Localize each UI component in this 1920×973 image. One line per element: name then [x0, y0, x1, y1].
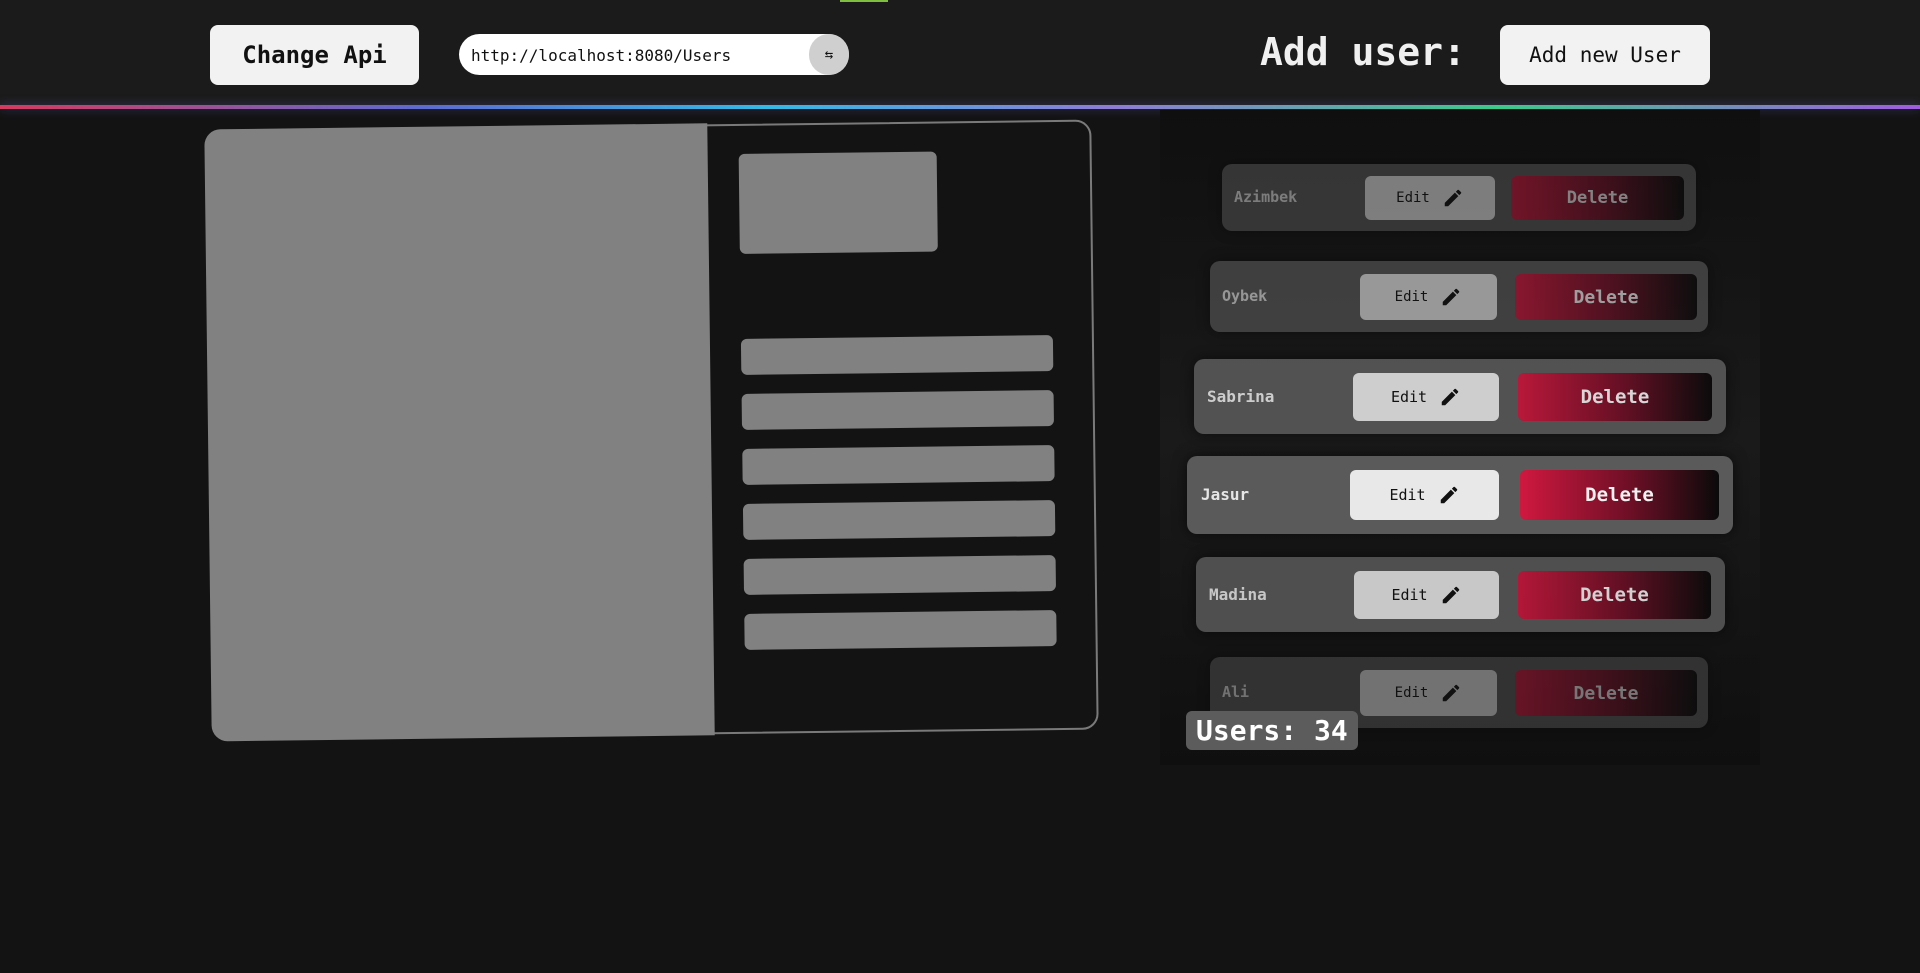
api-url-box: ⇆ — [459, 34, 849, 77]
user-row: Oybek Edit Delete — [1210, 261, 1708, 332]
user-row: Azimbek Edit Delete — [1222, 164, 1696, 231]
edit-label: Edit — [1391, 586, 1428, 604]
pencil-icon — [1442, 586, 1459, 604]
user-name: Madina — [1209, 585, 1267, 604]
user-name: Sabrina — [1207, 387, 1275, 406]
delete-button[interactable]: Delete — [1511, 176, 1684, 220]
skeleton-line — [744, 610, 1057, 650]
edit-button[interactable]: Edit — [1353, 373, 1499, 421]
users-carousel-panel[interactable]: Azimbek Edit Delete Oybek Edit Delete Sa… — [1160, 110, 1760, 765]
user-name: Ali — [1222, 683, 1250, 701]
skeleton-line — [741, 390, 1054, 430]
user-name: Oybek — [1222, 287, 1268, 305]
edit-button[interactable]: Edit — [1365, 176, 1495, 220]
header-accent-mark — [840, 0, 888, 2]
add-new-user-button[interactable]: Add new User — [1500, 25, 1710, 85]
skeleton-thumbnail — [738, 151, 938, 254]
edit-label: Edit — [1394, 685, 1429, 701]
delete-button[interactable]: Delete — [1515, 274, 1697, 320]
edit-button[interactable]: Edit — [1360, 274, 1497, 320]
pencil-icon — [1440, 486, 1457, 504]
pencil-icon — [1441, 388, 1459, 406]
delete-button[interactable]: Delete — [1515, 670, 1697, 716]
add-user-heading: Add user: — [1260, 30, 1466, 74]
pencil-icon — [1443, 684, 1460, 702]
delete-button[interactable]: Delete — [1518, 373, 1712, 421]
api-url-input[interactable] — [469, 34, 803, 77]
user-row: Sabrina Edit Delete — [1194, 359, 1726, 434]
skeleton-card — [204, 119, 1099, 742]
delete-button[interactable]: Delete — [1518, 571, 1711, 619]
user-row: Madina Edit Delete — [1196, 557, 1725, 632]
edit-button[interactable]: Edit — [1360, 670, 1497, 716]
swap-arrows-icon[interactable]: ⇆ — [809, 34, 849, 75]
skeleton-line — [742, 445, 1055, 485]
users-count-badge: Users: 34 — [1186, 711, 1358, 750]
pencil-icon — [1444, 189, 1462, 207]
edit-label: Edit — [1389, 486, 1426, 504]
edit-label: Edit — [1394, 289, 1429, 305]
edit-label: Edit — [1396, 190, 1430, 206]
skeleton-image — [204, 123, 715, 742]
user-name: Jasur — [1201, 485, 1250, 504]
pencil-icon — [1443, 288, 1460, 306]
edit-button[interactable]: Edit — [1350, 470, 1499, 520]
skeleton-line — [740, 335, 1054, 375]
user-row: Jasur Edit Delete — [1187, 456, 1733, 534]
skeleton-line — [742, 500, 1056, 540]
edit-label: Edit — [1390, 388, 1428, 406]
change-api-button[interactable]: Change Api — [210, 25, 419, 85]
user-name: Azimbek — [1234, 188, 1298, 206]
skeleton-line — [743, 555, 1056, 595]
delete-button[interactable]: Delete — [1520, 470, 1719, 520]
edit-button[interactable]: Edit — [1354, 571, 1499, 619]
rainbow-divider — [0, 105, 1920, 109]
